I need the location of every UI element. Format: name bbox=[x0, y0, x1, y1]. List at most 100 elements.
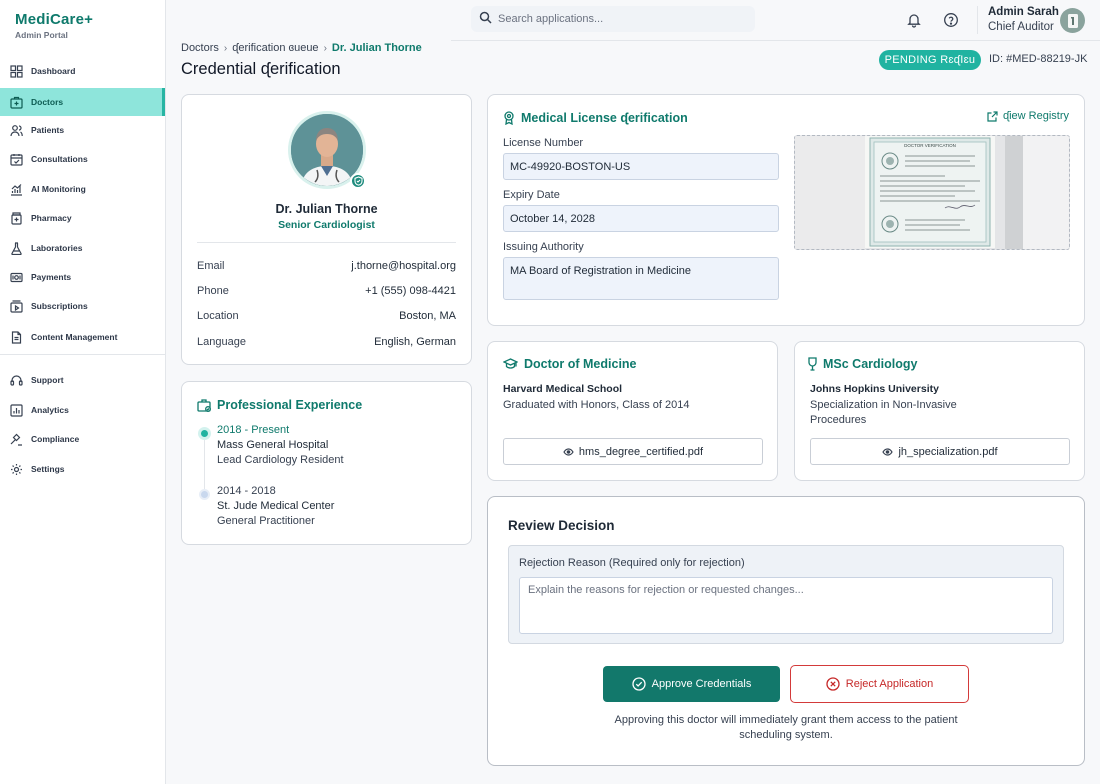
degree-file-name: jh_specialization.pdf bbox=[898, 445, 998, 458]
breadcrumb-link-doctors[interactable]: Doctors bbox=[181, 42, 219, 54]
analytics-icon bbox=[10, 403, 23, 417]
degree-title-text: MSc Cardiology bbox=[823, 357, 918, 371]
search-bar[interactable] bbox=[471, 6, 755, 32]
view-registry-link[interactable]: ᶑiew Registry bbox=[987, 110, 1069, 122]
breadcrumb-current: Dr. Julian Thorne bbox=[331, 42, 422, 54]
sidebar-item-compliance[interactable]: Compliance bbox=[0, 425, 165, 453]
doctor-specialty: Senior Cardiologist bbox=[278, 219, 375, 231]
sidebar-item-doctors[interactable]: Doctors bbox=[0, 88, 165, 116]
badge-icon bbox=[503, 111, 515, 125]
search-input[interactable] bbox=[498, 13, 728, 25]
degree-file-button[interactable]: hms_degree_certified.pdf bbox=[503, 438, 763, 465]
reject-label: Reject Application bbox=[845, 678, 934, 690]
info-label: Phone bbox=[197, 285, 229, 297]
doctors-icon bbox=[10, 96, 23, 109]
sidebar-item-laboratories[interactable]: Laboratories bbox=[0, 234, 165, 262]
degree-card-msc: MSc Cardiology Johns Hopkins University … bbox=[794, 341, 1085, 481]
help-icon[interactable] bbox=[943, 12, 959, 28]
sidebar-item-pharmacy[interactable]: Pharmacy bbox=[0, 204, 165, 232]
sidebar-divider bbox=[0, 354, 165, 355]
info-label: Location bbox=[197, 310, 239, 322]
sidebar-item-analytics[interactable]: Analytics bbox=[0, 396, 165, 424]
timeline-line bbox=[204, 432, 205, 492]
info-value: Boston, MA bbox=[399, 310, 456, 322]
eye-icon bbox=[563, 447, 574, 456]
gavel-icon bbox=[10, 433, 23, 446]
avatar[interactable] bbox=[1060, 8, 1085, 33]
sidebar-item-label: Pharmacy bbox=[31, 213, 72, 223]
chart-icon bbox=[10, 183, 23, 196]
rejection-reason-label: Rejection Reason (Required only for reje… bbox=[519, 557, 745, 569]
sidebar-item-support[interactable]: Support bbox=[0, 366, 165, 394]
topbar-divider bbox=[977, 6, 978, 34]
brand-name: MediCare+ bbox=[15, 11, 94, 28]
sidebar-item-label: Patients bbox=[31, 125, 65, 135]
info-value: English, German bbox=[374, 336, 456, 348]
briefcase-icon bbox=[197, 398, 211, 412]
rejection-reason-input[interactable] bbox=[519, 577, 1053, 634]
license-title-text: Medical License ᶑerification bbox=[521, 111, 688, 125]
timeline-role: Lead Cardiology Resident bbox=[217, 454, 344, 466]
degree-title: Doctor of Medicine bbox=[503, 357, 637, 371]
timeline-organization: St. Jude Medical Center bbox=[217, 500, 335, 512]
info-row-email: Email j.thorne@hospital.org bbox=[197, 260, 456, 272]
bell-icon[interactable] bbox=[906, 12, 922, 28]
user-role: Chief Auditor bbox=[988, 21, 1054, 33]
user-name: Admin Sarah bbox=[988, 6, 1059, 18]
brand-subtitle: Admin Portal bbox=[15, 30, 68, 40]
approve-button[interactable]: Approve Credentials bbox=[603, 666, 780, 702]
sidebar-item-settings[interactable]: Settings bbox=[0, 455, 165, 483]
sidebar-item-subscriptions[interactable]: Subscriptions bbox=[0, 292, 165, 320]
search-icon bbox=[479, 11, 492, 27]
sidebar-item-label: Laboratories bbox=[31, 243, 83, 253]
license-document-image[interactable]: DOCTOR VERIFICATION bbox=[794, 135, 1070, 250]
info-label: Language bbox=[197, 336, 246, 348]
expiry-date-field: October 14, 2028 bbox=[503, 205, 779, 232]
license-number-field: MC-49920-BOSTON-US bbox=[503, 153, 779, 180]
degree-description: Graduated with Honors, Class of 2014 bbox=[503, 399, 690, 411]
info-value: j.thorne@hospital.org bbox=[351, 260, 456, 272]
payments-icon bbox=[10, 271, 23, 284]
sidebar-item-content-management[interactable]: Content Management bbox=[0, 323, 165, 351]
timeline-dot bbox=[199, 489, 210, 500]
dashboard-icon bbox=[10, 64, 23, 78]
review-card: Review Decision Rejection Reason (Requir… bbox=[487, 496, 1085, 766]
sidebar-item-label: Subscriptions bbox=[31, 301, 88, 311]
eye-icon bbox=[882, 447, 894, 456]
record-id: ID: #MED-88219-JK bbox=[989, 53, 1088, 65]
sidebar-item-ai-monitoring[interactable]: AI Monitoring bbox=[0, 175, 165, 203]
approve-label: Approve Credentials bbox=[651, 678, 752, 690]
patients-icon bbox=[10, 124, 23, 137]
degree-description: Specialization in Non-Invasive Procedure… bbox=[810, 399, 957, 426]
license-card: Medical License ᶑerification ᶑiew Regist… bbox=[487, 94, 1085, 326]
info-row-language: Language English, German bbox=[197, 336, 456, 348]
license-title: Medical License ᶑerification bbox=[503, 111, 688, 125]
chevron-right-icon: › bbox=[323, 42, 327, 54]
degree-file-button[interactable]: jh_specialization.pdf bbox=[810, 438, 1070, 465]
support-icon bbox=[10, 374, 23, 387]
flask-icon bbox=[10, 241, 23, 255]
sidebar-item-payments[interactable]: Payments bbox=[0, 263, 165, 291]
review-title: Review Decision bbox=[508, 518, 615, 533]
sidebar-item-dashboard[interactable]: Dashboard bbox=[0, 57, 165, 85]
timeline-organization: Mass General Hospital bbox=[217, 439, 329, 451]
degree-title-text: Doctor of Medicine bbox=[524, 357, 637, 371]
experience-title-text: Professional Experience bbox=[217, 398, 363, 412]
breadcrumb-link-queue[interactable]: ᶑerification ɞueue bbox=[232, 42, 318, 54]
field-label-issuing-authority: Issuing Authority bbox=[503, 241, 584, 253]
view-registry-label: ᶑiew Registry bbox=[1002, 110, 1069, 122]
info-label: Email bbox=[197, 260, 225, 272]
info-value: +1 (555) 098-4421 bbox=[365, 285, 456, 297]
sidebar-item-label: Consultations bbox=[31, 154, 88, 164]
sidebar-item-patients[interactable]: Patients bbox=[0, 116, 165, 144]
sidebar-item-label: Doctors bbox=[31, 97, 64, 107]
field-label-license-number: License Number bbox=[503, 137, 584, 149]
profile-divider bbox=[197, 242, 456, 243]
timeline-role: General Practitioner bbox=[217, 515, 315, 527]
check-circle-icon bbox=[632, 677, 646, 691]
field-label-expiry-date: Expiry Date bbox=[503, 189, 560, 201]
sidebar-item-consultations[interactable]: Consultations bbox=[0, 145, 165, 173]
profile-card: Dr. Julian Thorne Senior Cardiologist Em… bbox=[181, 94, 472, 365]
issuing-authority-field: MA Board of Registration in Medicine bbox=[503, 257, 779, 300]
reject-button[interactable]: Reject Application bbox=[790, 665, 969, 703]
